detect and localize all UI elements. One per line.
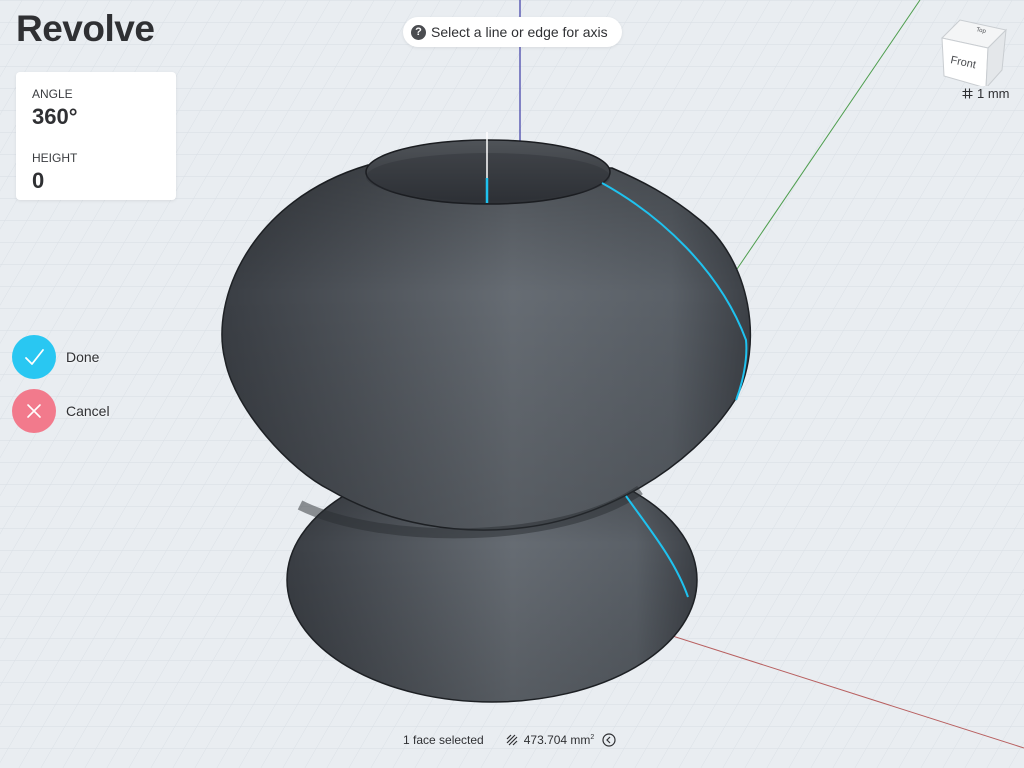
cancel-button[interactable]: Cancel bbox=[12, 389, 110, 433]
angle-value[interactable]: 360° bbox=[32, 104, 78, 130]
tool-title: Revolve bbox=[16, 8, 155, 49]
height-label: HEIGHT bbox=[32, 151, 78, 165]
view-cube[interactable]: Top Front bbox=[936, 16, 1008, 86]
hint-text: Select a line or edge for axis bbox=[431, 24, 608, 40]
height-value[interactable]: 0 bbox=[32, 168, 44, 194]
cancel-label[interactable]: Cancel bbox=[66, 403, 110, 419]
parameters-panel: ANGLE 360° HEIGHT 0 bbox=[16, 72, 176, 200]
question-icon: ? bbox=[411, 24, 426, 40]
selection-status: 1 face selected bbox=[403, 733, 484, 747]
area-value: 473.704 mm2 bbox=[523, 733, 595, 747]
chevron-left-circle-icon[interactable] bbox=[602, 733, 616, 747]
close-icon[interactable] bbox=[12, 389, 56, 433]
grid-scale-label: 1 mm bbox=[977, 86, 1010, 101]
3d-viewport[interactable]: Revolve ANGLE 360° HEIGHT 0 ? Select a l… bbox=[0, 0, 1024, 768]
axis-hint: ? Select a line or edge for axis bbox=[403, 17, 622, 47]
checkmark-icon[interactable] bbox=[12, 335, 56, 379]
done-label[interactable]: Done bbox=[66, 349, 99, 365]
grid-icon bbox=[962, 88, 973, 99]
solid-body[interactable] bbox=[221, 132, 752, 703]
grid-scale: 1 mm bbox=[962, 86, 1010, 101]
done-button[interactable]: Done bbox=[12, 335, 99, 379]
hatch-area-icon bbox=[506, 734, 518, 746]
angle-label: ANGLE bbox=[32, 87, 73, 101]
status-bar: 1 face selected 473.704 mm2 bbox=[403, 733, 616, 747]
